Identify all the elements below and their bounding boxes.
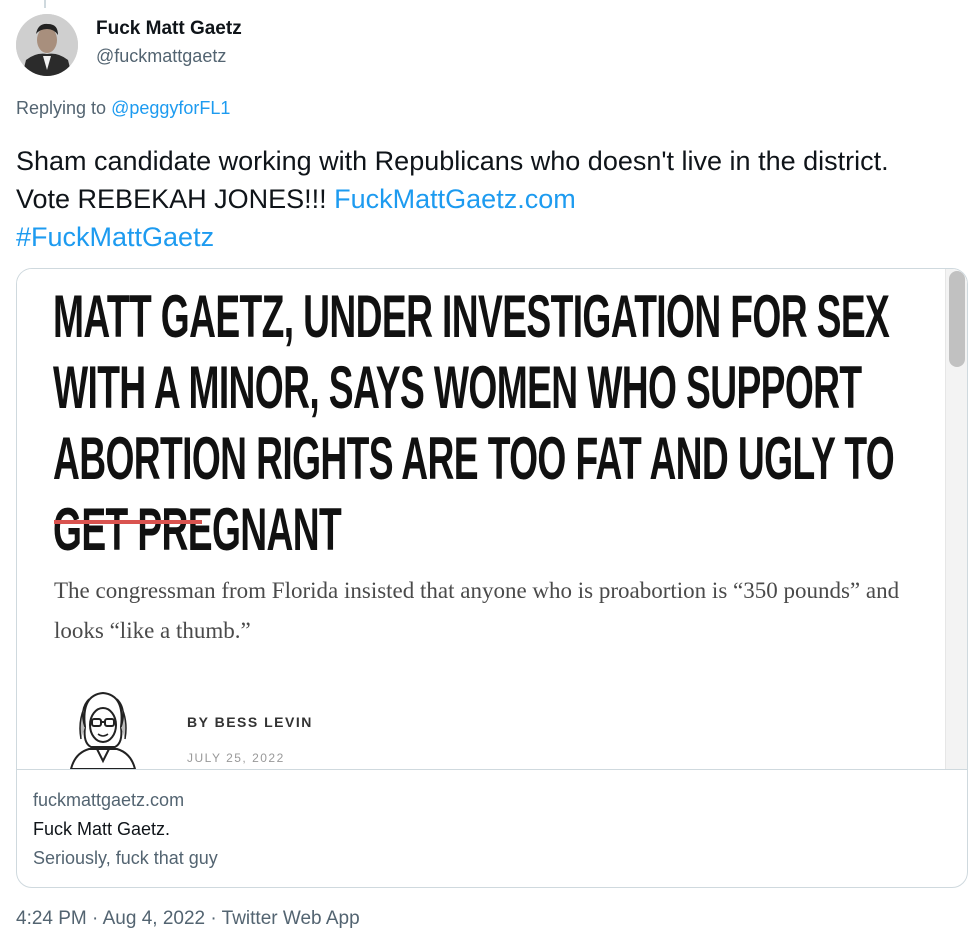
author-illustration: [63, 687, 143, 769]
tweet-text: Sham candidate working with Republicans …: [16, 142, 946, 256]
separator-dot: ·: [92, 908, 99, 929]
headline-divider: [54, 520, 202, 524]
tweet-timestamp: 4:24 PM · Aug 4, 2022 · Twitter Web App: [16, 908, 360, 930]
author-handle[interactable]: @fuckmattgaetz: [96, 46, 226, 67]
card-image[interactable]: Matt Gaetz, under investigation for sex …: [17, 269, 967, 769]
thread-connector-line: [44, 0, 46, 8]
replying-to-label: Replying to: [16, 98, 107, 118]
image-scrollbar-track[interactable]: [945, 269, 967, 769]
link-preview-card[interactable]: Matt Gaetz, under investigation for sex …: [16, 268, 968, 888]
author-display-name[interactable]: Fuck Matt Gaetz: [96, 18, 242, 40]
tweet-url-link[interactable]: FuckMattGaetz.com: [334, 184, 576, 214]
card-footer[interactable]: fuckmattgaetz.com Fuck Matt Gaetz. Serio…: [17, 769, 967, 887]
tweet-time-link[interactable]: 4:24 PM: [16, 908, 87, 929]
tweet-date-link[interactable]: Aug 4, 2022: [103, 908, 205, 929]
reply-target-link[interactable]: @peggyforFL1: [111, 98, 230, 118]
avatar[interactable]: [16, 14, 78, 76]
card-domain: fuckmattgaetz.com: [33, 790, 185, 810]
article-dek: The congressman from Florida insisted th…: [54, 578, 900, 643]
replying-to-line: Replying to @peggyforFL1: [16, 98, 230, 119]
tweet-source-link[interactable]: Twitter Web App: [222, 908, 360, 929]
card-description: Seriously, fuck that guy: [33, 848, 218, 868]
article-date: JULY 25, 2022: [187, 751, 285, 765]
profile-photo-icon: [16, 14, 78, 76]
separator-dot: ·: [210, 908, 217, 929]
card-title: Fuck Matt Gaetz.: [33, 819, 171, 839]
image-scrollbar-thumb[interactable]: [949, 271, 965, 367]
tweet-hashtag-link[interactable]: #FuckMattGaetz: [16, 222, 214, 252]
article-byline: BY BESS LEVIN: [187, 714, 313, 730]
